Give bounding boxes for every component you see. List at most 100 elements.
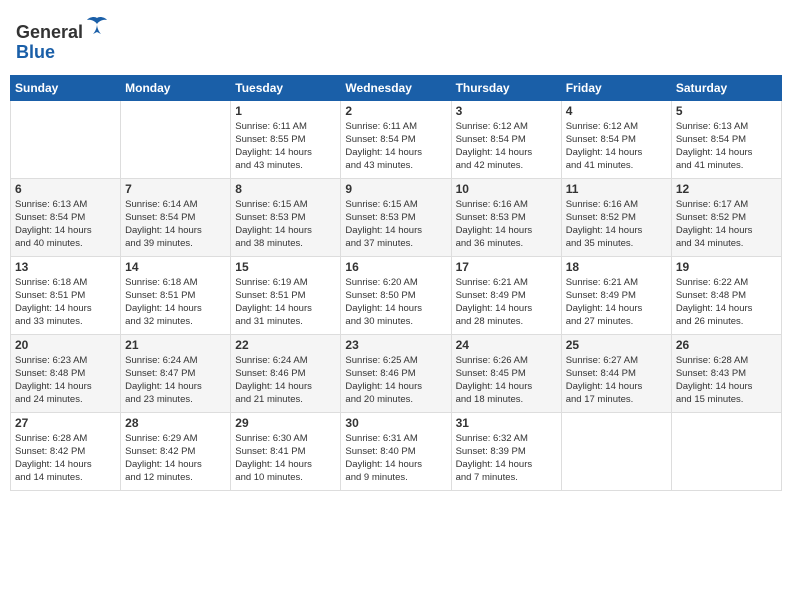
calendar-cell: 19Sunrise: 6:22 AM Sunset: 8:48 PM Dayli… bbox=[671, 256, 781, 334]
day-number: 30 bbox=[345, 416, 446, 430]
day-number: 6 bbox=[15, 182, 116, 196]
col-header-sunday: Sunday bbox=[11, 75, 121, 100]
day-number: 10 bbox=[456, 182, 557, 196]
calendar-cell: 15Sunrise: 6:19 AM Sunset: 8:51 PM Dayli… bbox=[231, 256, 341, 334]
day-number: 14 bbox=[125, 260, 226, 274]
day-number: 26 bbox=[676, 338, 777, 352]
day-info: Sunrise: 6:30 AM Sunset: 8:41 PM Dayligh… bbox=[235, 432, 336, 485]
page-header: General Blue bbox=[10, 10, 782, 67]
calendar-cell: 7 Sunrise: 6:14 AM Sunset: 8:54 PM Daylig… bbox=[121, 178, 231, 256]
col-header-thursday: Thursday bbox=[451, 75, 561, 100]
calendar-cell: 14 Sunrise: 6:18 AM Sunset: 8:51 PM Dayli… bbox=[121, 256, 231, 334]
calendar-cell: 24 Sunrise: 6:26 AM Sunset: 8:45 PM Dayli… bbox=[451, 334, 561, 412]
day-info: Sunrise: 6:28 AM Sunset: 8:42 PM Dayligh… bbox=[15, 432, 116, 485]
day-info: Sunrise: 6:17 AM Sunset: 8:52 PM Dayligh… bbox=[676, 198, 777, 251]
day-number: 17 bbox=[456, 260, 557, 274]
col-header-monday: Monday bbox=[121, 75, 231, 100]
col-header-saturday: Saturday bbox=[671, 75, 781, 100]
day-number: 27 bbox=[15, 416, 116, 430]
day-info: Sunrise: 6:12 AM Sunset: 8:54 PM Dayligh… bbox=[456, 120, 557, 173]
calendar-week-row: 1Sunrise: 6:11 AM Sunset: 8:55 PM Daylig… bbox=[11, 100, 782, 178]
calendar-cell: 1Sunrise: 6:11 AM Sunset: 8:55 PM Daylig… bbox=[231, 100, 341, 178]
day-info: Sunrise: 6:19 AM Sunset: 8:51 PM Dayligh… bbox=[235, 276, 336, 329]
col-header-friday: Friday bbox=[561, 75, 671, 100]
calendar-cell: 26 Sunrise: 6:28 AM Sunset: 8:43 PM Dayli… bbox=[671, 334, 781, 412]
day-number: 24 bbox=[456, 338, 557, 352]
calendar-cell: 23 Sunrise: 6:25 AM Sunset: 8:46 PM Dayli… bbox=[341, 334, 451, 412]
day-info: Sunrise: 6:24 AM Sunset: 8:47 PM Dayligh… bbox=[125, 354, 226, 407]
day-number: 23 bbox=[345, 338, 446, 352]
day-number: 18 bbox=[566, 260, 667, 274]
logo-general: General bbox=[16, 22, 83, 42]
day-number: 8 bbox=[235, 182, 336, 196]
calendar-cell: 28 Sunrise: 6:29 AM Sunset: 8:42 PM Dayli… bbox=[121, 412, 231, 490]
day-info: Sunrise: 6:20 AM Sunset: 8:50 PM Dayligh… bbox=[345, 276, 446, 329]
day-number: 4 bbox=[566, 104, 667, 118]
day-number: 3 bbox=[456, 104, 557, 118]
day-info: Sunrise: 6:16 AM Sunset: 8:53 PM Dayligh… bbox=[456, 198, 557, 251]
logo-blue: Blue bbox=[16, 42, 55, 62]
calendar-cell: 22Sunrise: 6:24 AM Sunset: 8:46 PM Dayli… bbox=[231, 334, 341, 412]
calendar-cell: 8 Sunrise: 6:15 AM Sunset: 8:53 PM Daylig… bbox=[231, 178, 341, 256]
day-number: 28 bbox=[125, 416, 226, 430]
calendar-cell bbox=[561, 412, 671, 490]
day-info: Sunrise: 6:31 AM Sunset: 8:40 PM Dayligh… bbox=[345, 432, 446, 485]
day-number: 19 bbox=[676, 260, 777, 274]
day-info: Sunrise: 6:13 AM Sunset: 8:54 PM Dayligh… bbox=[676, 120, 777, 173]
calendar-body: 1Sunrise: 6:11 AM Sunset: 8:55 PM Daylig… bbox=[11, 100, 782, 490]
calendar-cell: 21Sunrise: 6:24 AM Sunset: 8:47 PM Dayli… bbox=[121, 334, 231, 412]
day-info: Sunrise: 6:27 AM Sunset: 8:44 PM Dayligh… bbox=[566, 354, 667, 407]
day-number: 16 bbox=[345, 260, 446, 274]
day-info: Sunrise: 6:28 AM Sunset: 8:43 PM Dayligh… bbox=[676, 354, 777, 407]
day-number: 25 bbox=[566, 338, 667, 352]
day-info: Sunrise: 6:21 AM Sunset: 8:49 PM Dayligh… bbox=[456, 276, 557, 329]
calendar-cell: 25 Sunrise: 6:27 AM Sunset: 8:44 PM Dayli… bbox=[561, 334, 671, 412]
day-number: 9 bbox=[345, 182, 446, 196]
day-number: 7 bbox=[125, 182, 226, 196]
day-number: 13 bbox=[15, 260, 116, 274]
day-info: Sunrise: 6:25 AM Sunset: 8:46 PM Dayligh… bbox=[345, 354, 446, 407]
calendar-cell: 12Sunrise: 6:17 AM Sunset: 8:52 PM Dayli… bbox=[671, 178, 781, 256]
calendar-cell: 2 Sunrise: 6:11 AM Sunset: 8:54 PM Daylig… bbox=[341, 100, 451, 178]
calendar-cell: 13 Sunrise: 6:18 AM Sunset: 8:51 PM Dayli… bbox=[11, 256, 121, 334]
logo-bird-icon bbox=[85, 14, 109, 38]
calendar-cell: 10 Sunrise: 6:16 AM Sunset: 8:53 PM Dayli… bbox=[451, 178, 561, 256]
calendar-cell: 30 Sunrise: 6:31 AM Sunset: 8:40 PM Dayli… bbox=[341, 412, 451, 490]
calendar-cell: 27 Sunrise: 6:28 AM Sunset: 8:42 PM Dayli… bbox=[11, 412, 121, 490]
calendar-cell: 20 Sunrise: 6:23 AM Sunset: 8:48 PM Dayli… bbox=[11, 334, 121, 412]
calendar-table: SundayMondayTuesdayWednesdayThursdayFrid… bbox=[10, 75, 782, 491]
col-header-tuesday: Tuesday bbox=[231, 75, 341, 100]
col-header-wednesday: Wednesday bbox=[341, 75, 451, 100]
day-number: 20 bbox=[15, 338, 116, 352]
calendar-cell bbox=[671, 412, 781, 490]
calendar-week-row: 20 Sunrise: 6:23 AM Sunset: 8:48 PM Dayli… bbox=[11, 334, 782, 412]
day-info: Sunrise: 6:14 AM Sunset: 8:54 PM Dayligh… bbox=[125, 198, 226, 251]
day-info: Sunrise: 6:32 AM Sunset: 8:39 PM Dayligh… bbox=[456, 432, 557, 485]
day-number: 22 bbox=[235, 338, 336, 352]
day-number: 2 bbox=[345, 104, 446, 118]
day-info: Sunrise: 6:23 AM Sunset: 8:48 PM Dayligh… bbox=[15, 354, 116, 407]
calendar-cell bbox=[121, 100, 231, 178]
day-number: 11 bbox=[566, 182, 667, 196]
day-info: Sunrise: 6:13 AM Sunset: 8:54 PM Dayligh… bbox=[15, 198, 116, 251]
calendar-cell: 11Sunrise: 6:16 AM Sunset: 8:52 PM Dayli… bbox=[561, 178, 671, 256]
day-info: Sunrise: 6:29 AM Sunset: 8:42 PM Dayligh… bbox=[125, 432, 226, 485]
calendar-cell: 5 Sunrise: 6:13 AM Sunset: 8:54 PM Daylig… bbox=[671, 100, 781, 178]
calendar-cell: 9 Sunrise: 6:15 AM Sunset: 8:53 PM Daylig… bbox=[341, 178, 451, 256]
day-number: 31 bbox=[456, 416, 557, 430]
day-info: Sunrise: 6:21 AM Sunset: 8:49 PM Dayligh… bbox=[566, 276, 667, 329]
day-info: Sunrise: 6:15 AM Sunset: 8:53 PM Dayligh… bbox=[235, 198, 336, 251]
day-number: 5 bbox=[676, 104, 777, 118]
day-info: Sunrise: 6:26 AM Sunset: 8:45 PM Dayligh… bbox=[456, 354, 557, 407]
calendar-cell: 18 Sunrise: 6:21 AM Sunset: 8:49 PM Dayli… bbox=[561, 256, 671, 334]
day-info: Sunrise: 6:15 AM Sunset: 8:53 PM Dayligh… bbox=[345, 198, 446, 251]
day-info: Sunrise: 6:11 AM Sunset: 8:54 PM Dayligh… bbox=[345, 120, 446, 173]
calendar-cell bbox=[11, 100, 121, 178]
day-info: Sunrise: 6:11 AM Sunset: 8:55 PM Dayligh… bbox=[235, 120, 336, 173]
calendar-cell: 3 Sunrise: 6:12 AM Sunset: 8:54 PM Daylig… bbox=[451, 100, 561, 178]
calendar-week-row: 27 Sunrise: 6:28 AM Sunset: 8:42 PM Dayli… bbox=[11, 412, 782, 490]
day-info: Sunrise: 6:18 AM Sunset: 8:51 PM Dayligh… bbox=[125, 276, 226, 329]
calendar-cell: 6 Sunrise: 6:13 AM Sunset: 8:54 PM Daylig… bbox=[11, 178, 121, 256]
day-info: Sunrise: 6:18 AM Sunset: 8:51 PM Dayligh… bbox=[15, 276, 116, 329]
calendar-header-row: SundayMondayTuesdayWednesdayThursdayFrid… bbox=[11, 75, 782, 100]
